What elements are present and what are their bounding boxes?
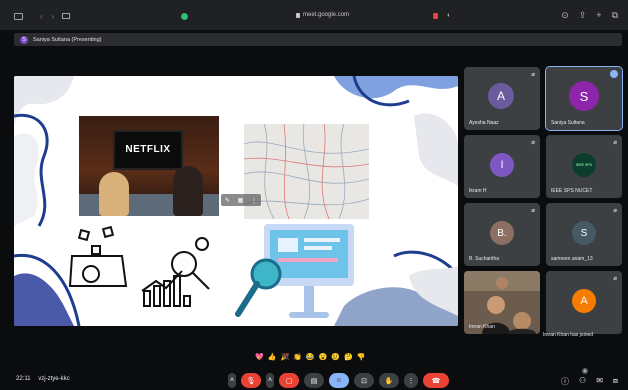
clap-reaction-icon[interactable]: 👏 [293,353,302,361]
tv-photo: NETFLIX [79,116,219,216]
info-icon[interactable]: ⓘ [561,376,569,387]
participant-tile[interactable]: ⌀ A Ayesha Naaz [464,67,540,130]
tv-brand-text: NETFLIX [125,144,171,155]
address-bar[interactable]: meet.google.com [296,12,349,18]
avatar: I [490,153,514,177]
presenting-label: Saniya Sultana (Presenting) [33,36,102,43]
present-button[interactable]: ⊡ [354,373,374,388]
participant-video-tile[interactable]: Imran Khan [464,271,540,334]
avatar: S [572,221,596,245]
meeting-code: vzj-ztye-kkc [38,376,70,382]
extension-shield-icon[interactable] [181,13,188,20]
mic-off-icon: ⌀ [531,140,535,146]
participant-tile[interactable]: ⌀ B. B. Sucharitha [464,203,540,266]
back-icon[interactable]: ‹ [40,12,43,21]
browser-actions: ⊙ ⇪ + ⧉ [561,10,618,21]
meeting-info: 22:11 vzj-ztye-kkc [16,376,76,382]
pen-icon[interactable]: ✎ [225,197,230,204]
avatar: A [572,289,596,313]
mic-off-icon: ⌀ [613,208,617,214]
presenter-avatar: S [20,35,28,44]
forward-icon[interactable]: › [52,12,55,21]
speaking-icon [610,70,618,78]
microphone-toggle-button[interactable]: 🎙 [241,373,261,388]
camera-indicator-icon[interactable]: ◐ [447,12,451,19]
new-tab-icon[interactable]: + [596,10,601,21]
emoji-button[interactable]: ☺ [329,373,349,388]
side-panel-controls: ⓘ ⚇ ✉ ⧈ [561,376,618,387]
thinking-reaction-icon[interactable]: 🤔 [344,353,353,361]
party-reaction-icon[interactable]: 🎉 [280,353,289,361]
meeting-time: 22:11 [16,376,31,382]
participant-tile[interactable]: ⌀ I Ikram H [464,135,540,198]
thumbs-down-reaction-icon[interactable]: 👎 [357,353,366,361]
leave-call-button[interactable]: ☎ [423,373,449,388]
recording-icon[interactable] [433,13,438,19]
participant-tile[interactable]: S Saniya Sultana [545,66,623,131]
sad-reaction-icon[interactable]: 😢 [331,353,340,361]
participant-name: B. Sucharitha [469,256,500,262]
mic-off-icon: ⌀ [531,208,535,214]
mic-options-icon[interactable]: ˄ [228,373,236,388]
people-count-badge: 6 [582,368,588,374]
raise-hand-button[interactable]: ✋ [379,373,399,388]
surprised-reaction-icon[interactable]: 😮 [319,353,328,361]
participant-tile[interactable]: ⌀ A [546,271,622,334]
map-photo [244,124,369,219]
participant-name: Ikram H [469,188,487,194]
lock-icon [296,12,300,18]
participant-name: Imran Khan [469,324,495,330]
sidebar-toggle-icon[interactable] [14,13,23,20]
mic-off-icon: ⌀ [613,276,617,282]
tab-overview-icon[interactable] [62,13,70,19]
avatar: A [488,83,514,109]
browser-chrome: ‹ › meet.google.com ◐ ⊙ ⇪ + ⧉ [0,0,628,30]
activities-icon[interactable]: ⧈ [613,376,618,387]
avatar: B. [490,221,514,245]
avatar: IEEE SPS [572,153,596,177]
captions-button[interactable]: ▤ [304,373,324,388]
mic-off-icon: ⌀ [531,72,535,78]
mic-off-icon: ⌀ [613,140,617,146]
presenting-bar: S Saniya Sultana (Presenting) [14,33,622,46]
camera-toggle-button[interactable]: ▢ [279,373,299,388]
laugh-reaction-icon[interactable]: 😂 [306,353,315,361]
download-icon[interactable]: ⊙ [561,10,569,21]
camera-options-icon[interactable]: ˄ [266,373,274,388]
control-buttons: ˄ 🎙 ˄ ▢ ▤ ☺ ⊡ ✋ ⋮ ☎ [228,373,449,388]
thumbs-up-reaction-icon[interactable]: 👍 [268,353,277,361]
reactions-bar: 💖 👍 🎉 👏 😂 😮 😢 🤔 👎 [255,353,365,361]
share-icon[interactable]: ⇪ [579,10,587,21]
participant-name: IEEE SPS NUCET [551,188,593,194]
participant-name: Saniya Sultana [551,120,585,126]
chat-icon[interactable]: ✉ [596,376,603,387]
participant-tile[interactable]: ⌀ S samreen anam_13 [546,203,622,266]
heart-reaction-icon[interactable]: 💖 [255,353,264,361]
participant-name: samreen anam_13 [551,256,593,262]
browser-nav: ‹ › [40,12,54,21]
grid-icon[interactable]: ▦ [238,197,244,204]
join-toast: Imran Khan has joined [543,332,594,338]
tabs-icon[interactable]: ⧉ [612,10,618,21]
url-text: meet.google.com [303,12,350,18]
participant-name: Ayesha Naaz [469,120,499,126]
participant-tile[interactable]: ⌀ IEEE SPS IEEE SPS NUCET [546,135,622,198]
slide-toolbar[interactable]: ✎ ▦ ⋮ [221,194,261,206]
tv-screen: NETFLIX [113,130,183,170]
people-icon[interactable]: ⚇ [579,376,586,387]
avatar: S [569,81,599,111]
more-icon[interactable]: ⋮ [251,197,257,204]
meeting-controls: 22:11 vzj-ztye-kkc ˄ 🎙 ˄ ▢ ▤ ☺ ⊡ ✋ ⋮ ☎ ⓘ… [0,372,628,390]
more-options-icon[interactable]: ⋮ [404,373,418,388]
shared-screen: NETFLIX ✎ ▦ ⋮ [14,76,458,326]
